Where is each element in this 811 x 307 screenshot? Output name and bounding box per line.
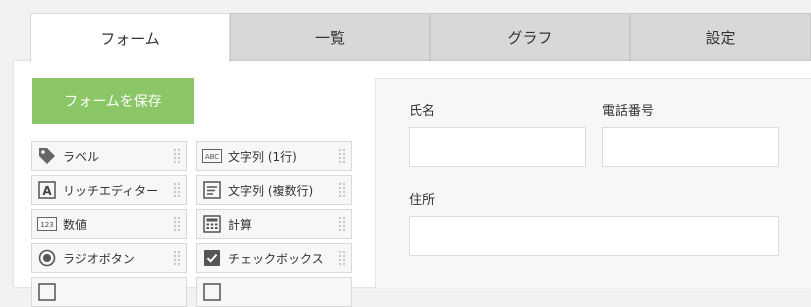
palette-item-radio-button[interactable]: ラジオボタン	[31, 243, 187, 273]
tag-icon	[37, 146, 57, 166]
tab-graph[interactable]: グラフ	[430, 13, 630, 61]
drag-handle-icon[interactable]	[172, 249, 182, 267]
palette-item-text: チェックボックス	[228, 251, 324, 266]
checkbox-icon	[202, 248, 222, 268]
palette-item-text: 計算	[228, 217, 253, 232]
abc-text-icon: ABC	[202, 146, 222, 166]
multiline-text-icon	[202, 180, 222, 200]
tab-form[interactable]: フォーム	[30, 13, 230, 62]
drag-handle-icon[interactable]	[337, 215, 347, 233]
palette-item-text: 文字列 (1行)	[228, 149, 297, 164]
tab-settings[interactable]: 設定	[630, 13, 811, 61]
drag-handle-icon[interactable]	[337, 147, 347, 165]
drag-handle-icon[interactable]	[172, 215, 182, 233]
number-123-icon: 123	[37, 214, 57, 234]
svg-text:ABC: ABC	[205, 153, 219, 161]
palette-item-single-line-text[interactable]: ABC 文字列 (1行)	[196, 141, 352, 171]
field-label-phone: 電話番号	[602, 104, 655, 119]
save-form-button[interactable]: フォームを保存	[32, 78, 194, 124]
drag-handle-icon[interactable]	[337, 249, 347, 267]
drag-handle-icon[interactable]	[172, 147, 182, 165]
palette-item-checkbox[interactable]: チェックボックス	[196, 243, 352, 273]
tab-list[interactable]: 一覧	[230, 13, 430, 61]
palette-item-text: ラジオボタン	[63, 251, 135, 266]
palette-item-multi-line-text[interactable]: 文字列 (複数行)	[196, 175, 352, 205]
tab-label: グラフ	[507, 29, 553, 47]
form-canvas[interactable]	[375, 78, 811, 288]
palette-item-rich-editor[interactable]: A リッチエディター	[31, 175, 187, 205]
radio-button-icon	[37, 248, 57, 268]
palette-item-number[interactable]: 123 数値	[31, 209, 187, 239]
field-type-icon	[37, 282, 57, 302]
name-input[interactable]	[409, 127, 586, 167]
address-input[interactable]	[409, 216, 779, 256]
palette-item-calculation[interactable]: 計算	[196, 209, 352, 239]
palette-item-text: リッチエディター	[63, 183, 159, 198]
field-label-address: 住所	[409, 193, 436, 208]
field-label-name: 氏名	[409, 104, 436, 119]
tab-label: フォーム	[100, 29, 160, 48]
svg-text:123: 123	[40, 221, 53, 229]
tab-label: 一覧	[314, 29, 345, 47]
palette-item-partial[interactable]	[196, 277, 352, 307]
tab-bar: フォーム 一覧 グラフ 設定	[30, 13, 811, 62]
palette-item-text: ラベル	[63, 149, 100, 164]
calculator-icon	[202, 214, 222, 234]
tab-label: 設定	[705, 29, 736, 47]
svg-text:A: A	[42, 184, 52, 198]
drag-handle-icon[interactable]	[172, 181, 182, 199]
drag-handle-icon[interactable]	[337, 181, 347, 199]
palette-item-partial[interactable]	[31, 277, 187, 307]
rich-editor-icon: A	[37, 180, 57, 200]
phone-input[interactable]	[602, 127, 779, 167]
palette-item-text: 文字列 (複数行)	[228, 183, 314, 198]
palette-item-text: 数値	[63, 217, 88, 232]
field-type-icon	[202, 282, 222, 302]
palette-item-label[interactable]: ラベル	[31, 141, 187, 171]
save-form-label: フォームを保存	[64, 94, 162, 110]
